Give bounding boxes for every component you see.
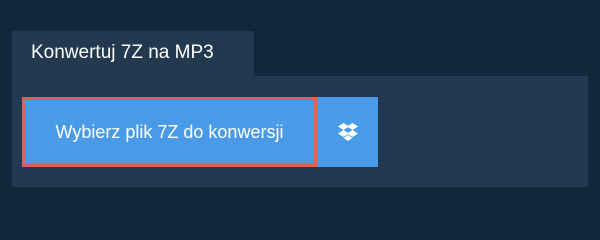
tab-label: Konwertuj 7Z na MP3	[31, 42, 214, 63]
tab-convert-7z-to-mp3[interactable]: Konwertuj 7Z na MP3	[12, 31, 254, 76]
converter-widget: Konwertuj 7Z na MP3 Wybierz plik 7Z do k…	[0, 0, 600, 230]
choose-file-button[interactable]: Wybierz plik 7Z do konwersji	[22, 97, 317, 167]
choose-file-label: Wybierz plik 7Z do konwersji	[55, 121, 284, 142]
dropbox-icon	[337, 123, 358, 141]
dropbox-button[interactable]	[317, 97, 378, 167]
